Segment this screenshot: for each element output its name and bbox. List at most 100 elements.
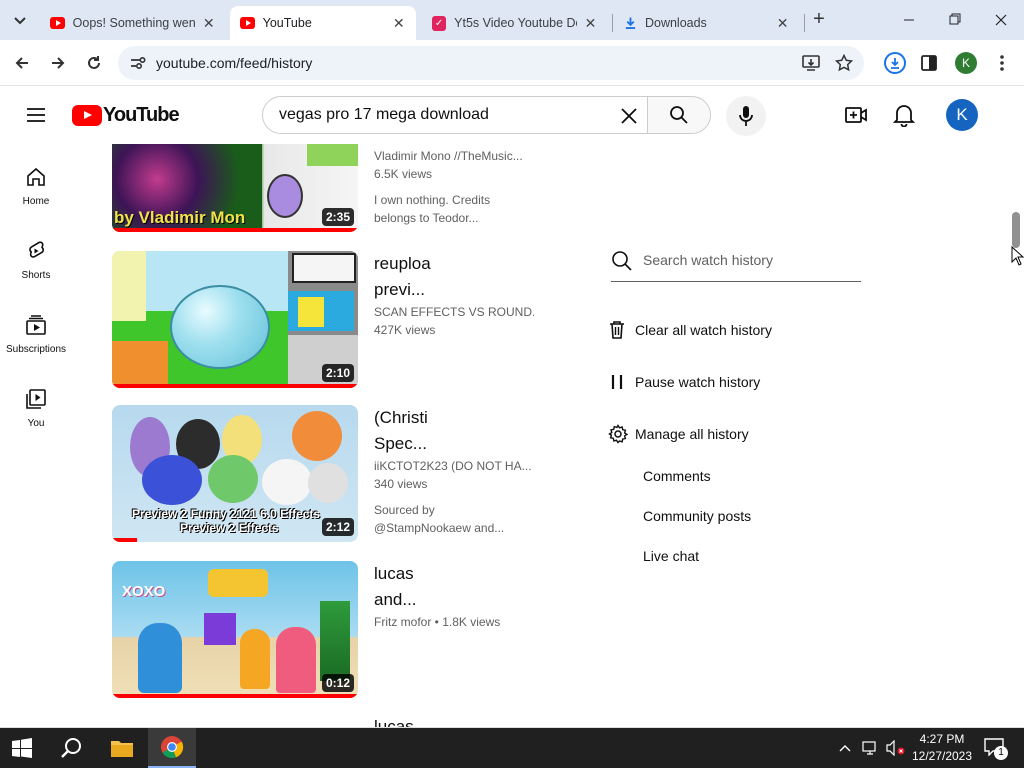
folder-icon bbox=[111, 741, 133, 757]
star-icon[interactable] bbox=[835, 54, 853, 72]
character-image bbox=[267, 174, 303, 218]
downloads-button[interactable] bbox=[884, 52, 906, 74]
video-channel[interactable]: iiKCTOT2K23 (DO NOT HA... bbox=[374, 459, 534, 473]
video-title[interactable]: and... bbox=[374, 587, 434, 613]
close-tab-icon[interactable]: ✕ bbox=[391, 15, 406, 32]
tab-yt5s[interactable]: ✓ Yt5s Video Youtube Downloader ✕ bbox=[422, 6, 608, 40]
tab-downloads[interactable]: Downloads ✕ bbox=[614, 6, 800, 40]
install-app-icon[interactable] bbox=[802, 55, 820, 71]
video-title[interactable]: lucas bbox=[374, 714, 434, 728]
sidebar-item-shorts[interactable]: Shorts bbox=[0, 240, 72, 281]
clock[interactable]: 4:27 PM 12/27/2023 bbox=[910, 731, 974, 765]
account-avatar[interactable]: K bbox=[946, 99, 978, 131]
search-history-box[interactable]: Search watch history bbox=[611, 244, 861, 282]
clock-date: 12/27/2023 bbox=[911, 749, 973, 763]
video-channel[interactable]: Vladimir Mono //TheMusic... bbox=[374, 149, 534, 163]
search-history-input[interactable]: Search watch history bbox=[643, 252, 773, 268]
sidebar-item-you[interactable]: You bbox=[0, 388, 72, 429]
reload-icon bbox=[88, 56, 100, 69]
tab-oops[interactable]: Oops! Something went wrong ✕ bbox=[40, 6, 226, 40]
clear-watch-history-button[interactable]: Clear all watch history bbox=[608, 320, 772, 340]
video-description: belongs to Teodor... bbox=[374, 211, 479, 225]
browser-menu-button[interactable] bbox=[996, 52, 1008, 74]
search-button[interactable] bbox=[647, 96, 711, 134]
close-tab-icon[interactable]: ✕ bbox=[201, 15, 216, 32]
history-community-posts-link[interactable]: Community posts bbox=[643, 508, 751, 524]
file-explorer-button[interactable] bbox=[98, 728, 146, 768]
tab-search-button[interactable] bbox=[8, 10, 32, 32]
tab-separator bbox=[612, 14, 613, 32]
thumbnail-overlay-text: by Vladimir Mon bbox=[114, 208, 246, 227]
notifications-center-button[interactable]: 1 bbox=[984, 738, 1010, 760]
create-button[interactable] bbox=[844, 104, 868, 126]
volume-button[interactable] bbox=[886, 739, 906, 757]
video-title[interactable]: previ... bbox=[374, 277, 434, 303]
clear-search-icon[interactable] bbox=[619, 106, 639, 126]
create-video-icon bbox=[845, 107, 867, 123]
network-button[interactable] bbox=[862, 740, 880, 756]
taskbar-search-button[interactable] bbox=[60, 736, 84, 760]
address-bar[interactable]: youtube.com/feed/history bbox=[118, 46, 864, 80]
video-duration: 0:12 bbox=[321, 674, 354, 692]
tab-youtube[interactable]: YouTube ✕ bbox=[230, 6, 416, 40]
sidebar-item-home[interactable]: Home bbox=[0, 166, 72, 207]
pause-watch-history-button[interactable]: Pause watch history bbox=[608, 373, 760, 391]
show-hidden-icons-button[interactable] bbox=[838, 741, 852, 755]
voice-search-button[interactable] bbox=[726, 96, 766, 136]
yt5s-icon: ✓ bbox=[432, 15, 447, 31]
forward-arrow-icon bbox=[52, 57, 65, 69]
mouse-cursor-icon bbox=[1011, 246, 1024, 266]
history-live-chat-link[interactable]: Live chat bbox=[643, 548, 699, 564]
history-comments-link[interactable]: Comments bbox=[643, 468, 711, 484]
reload-button[interactable] bbox=[81, 50, 107, 76]
video-duration: 2:35 bbox=[321, 208, 354, 226]
video-thumbnail[interactable]: by Vladimir Mon 2:35 bbox=[112, 144, 358, 232]
search-box[interactable]: vegas pro 17 mega download bbox=[262, 96, 648, 134]
back-arrow-icon bbox=[15, 57, 28, 69]
profile-button[interactable]: K bbox=[955, 52, 977, 74]
kebab-menu-icon bbox=[1000, 55, 1004, 71]
chrome-taskbar-button[interactable] bbox=[148, 728, 196, 768]
notifications-button[interactable] bbox=[892, 103, 916, 128]
tab-title: Yt5s Video Youtube Downloader bbox=[454, 16, 577, 30]
minimize-button[interactable] bbox=[894, 12, 924, 28]
page-scrollbar-thumb[interactable] bbox=[1012, 212, 1020, 248]
site-info-icon[interactable] bbox=[130, 56, 146, 70]
close-tab-icon[interactable]: ✕ bbox=[583, 15, 598, 32]
sidebar-item-subscriptions[interactable]: Subscriptions bbox=[0, 314, 72, 355]
hamburger-menu-icon bbox=[27, 108, 45, 122]
search-input[interactable]: vegas pro 17 mega download bbox=[279, 106, 489, 124]
new-tab-button[interactable]: + bbox=[808, 8, 830, 32]
video-channel-views[interactable]: Fritz mofor • 1.8K views bbox=[374, 615, 534, 629]
video-thumbnail[interactable]: 2:10 bbox=[112, 251, 358, 388]
youtube-logo[interactable]: YouTube bbox=[72, 104, 180, 126]
video-title[interactable]: (Christi bbox=[374, 405, 434, 431]
video-thumbnail[interactable]: XOXO 0:12 bbox=[112, 561, 358, 698]
you-icon bbox=[26, 389, 46, 409]
back-button[interactable] bbox=[9, 50, 35, 76]
minimize-icon bbox=[904, 19, 914, 21]
video-channel[interactable]: SCAN EFFECTS VS ROUND... bbox=[374, 305, 534, 319]
download-icon bbox=[625, 17, 636, 30]
guide-menu-button[interactable] bbox=[24, 104, 48, 126]
clock-time: 4:27 PM bbox=[919, 732, 965, 746]
forward-button[interactable] bbox=[45, 50, 71, 76]
close-icon bbox=[995, 14, 1007, 26]
video-title[interactable]: reuploa bbox=[374, 251, 434, 277]
close-window-button[interactable] bbox=[986, 12, 1016, 28]
video-title[interactable]: lucas bbox=[374, 561, 434, 587]
windows-taskbar: 4:27 PM 12/27/2023 1 bbox=[0, 728, 1024, 768]
start-button[interactable] bbox=[12, 738, 34, 760]
video-title[interactable]: Spec... bbox=[374, 431, 434, 457]
side-panel-button[interactable] bbox=[920, 54, 938, 72]
thumbnail-overlay-text: Preview 2 Effects bbox=[180, 521, 279, 535]
close-tab-icon[interactable]: ✕ bbox=[775, 15, 790, 32]
video-thumbnail[interactable]: Preview 2 Funny 2121 6.0 Effects Preview… bbox=[112, 405, 358, 542]
video-views: 340 views bbox=[374, 477, 428, 491]
network-icon bbox=[862, 741, 876, 755]
manage-history-button[interactable]: Manage all history bbox=[608, 424, 749, 444]
restore-button[interactable] bbox=[940, 12, 970, 28]
windows-logo-icon bbox=[12, 738, 32, 758]
video-description: I own nothing. Credits bbox=[374, 193, 491, 207]
chrome-icon bbox=[161, 736, 184, 759]
